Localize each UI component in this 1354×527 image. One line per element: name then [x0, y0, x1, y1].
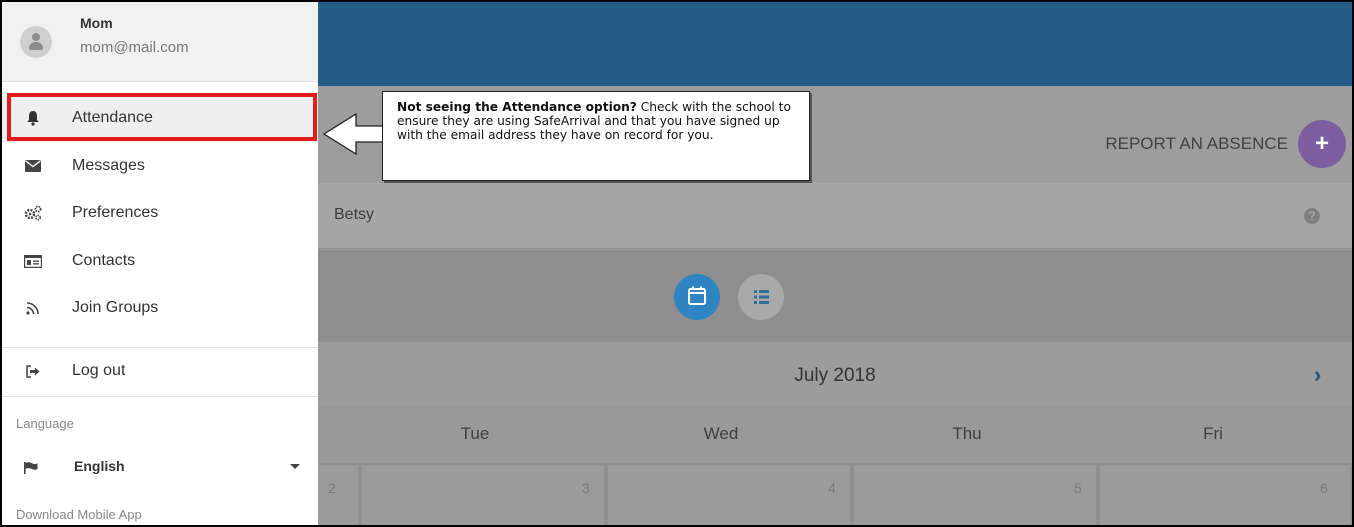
- profile-email: mom@mail.com: [80, 39, 189, 56]
- profile-name: Mom: [80, 15, 113, 31]
- calendar-day-cell[interactable]: [854, 465, 1096, 525]
- view-toggle-band: [318, 250, 1352, 342]
- side-drawer: Mom mom@mail.com Attendance Messages Pre…: [2, 2, 318, 525]
- language-value: English: [74, 458, 125, 474]
- list-view-button[interactable]: [738, 274, 784, 320]
- weekday-label: Fri: [1203, 424, 1223, 443]
- calendar-day-cell[interactable]: [1100, 465, 1350, 525]
- gears-icon: [24, 204, 42, 222]
- sign-out-icon: [24, 362, 42, 380]
- weekday-label: Wed: [703, 424, 739, 443]
- nav-item-messages[interactable]: Messages: [2, 144, 318, 190]
- chevron-down-icon: [290, 464, 300, 469]
- help-icon[interactable]: ?: [1304, 208, 1320, 224]
- language-label: Language: [16, 416, 74, 431]
- calendar-date: 4: [828, 480, 836, 496]
- nav-label: Messages: [72, 157, 145, 174]
- rss-icon: [24, 299, 42, 317]
- weekday-label: Thu: [952, 424, 982, 443]
- app-window: REPORT AN ABSENCE + Betsy ? July 2018 › …: [2, 2, 1352, 525]
- calendar-day-cell[interactable]: [362, 465, 604, 525]
- envelope-icon: [24, 157, 42, 175]
- nav-item-preferences[interactable]: Preferences: [2, 191, 318, 237]
- student-name: Betsy: [334, 206, 375, 223]
- list-icon: [754, 290, 769, 304]
- nav-label: Contacts: [72, 252, 136, 269]
- id-card-icon: [24, 252, 42, 270]
- help-callout: Not seeing the Attendance option? Check …: [382, 91, 810, 181]
- nav-label: Preferences: [72, 204, 159, 221]
- nav-item-join-groups[interactable]: Join Groups: [2, 286, 318, 332]
- calendar-date: 3: [582, 480, 590, 496]
- language-select[interactable]: English: [2, 448, 318, 488]
- nav-label: Log out: [72, 362, 126, 379]
- callout-heading: Not seeing the Attendance option?: [397, 100, 637, 114]
- nav-item-logout[interactable]: Log out: [2, 349, 318, 395]
- nav-divider: [2, 396, 318, 397]
- nav-label: Join Groups: [72, 299, 159, 316]
- user-icon: [32, 33, 40, 41]
- calendar-day-cell[interactable]: [608, 465, 850, 525]
- flag-icon: [22, 459, 40, 477]
- app-header-bar: [318, 2, 1352, 86]
- callout-arrow-icon: [322, 112, 385, 156]
- avatar: [20, 26, 52, 58]
- report-absence-label[interactable]: REPORT AN ABSENCE: [1105, 134, 1288, 154]
- calendar-date: 2: [328, 480, 336, 496]
- calendar-date: 5: [1074, 480, 1082, 496]
- next-month-chevron-icon[interactable]: ›: [1314, 362, 1321, 388]
- calendar-view-button[interactable]: [674, 274, 720, 320]
- weekday-label: Tue: [460, 424, 490, 443]
- student-bar[interactable]: [318, 183, 1352, 249]
- download-mobile-app-label[interactable]: Download Mobile App: [16, 507, 142, 522]
- report-absence-button[interactable]: +: [1298, 120, 1346, 168]
- calendar-day-cell[interactable]: [318, 465, 358, 525]
- attendance-highlight-box: [7, 93, 317, 141]
- nav-divider: [2, 347, 318, 348]
- month-title: July 2018: [794, 365, 876, 386]
- calendar-date: 6: [1320, 480, 1328, 496]
- nav-item-contacts[interactable]: Contacts: [2, 239, 318, 285]
- calendar-icon: [688, 286, 706, 305]
- profile-header: Mom mom@mail.com: [2, 2, 318, 82]
